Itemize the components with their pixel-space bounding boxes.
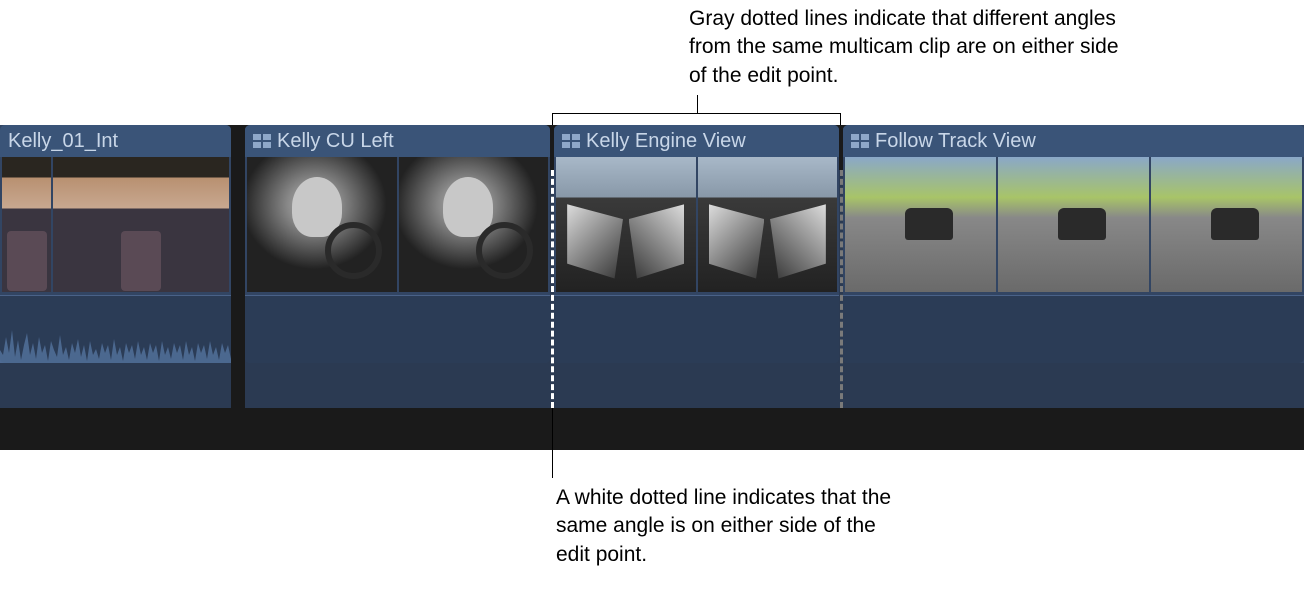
clip-title: Kelly Engine View <box>586 130 746 153</box>
callout-top-stem <box>697 95 698 113</box>
thumbnail <box>2 157 51 292</box>
clip-header: Kelly Engine View <box>554 125 839 157</box>
timeline[interactable]: Kelly_01_Int Kelly CU Left Kelly E <box>0 125 1304 450</box>
clip-follow-track-view[interactable]: Follow Track View <box>843 125 1304 363</box>
thumbnail <box>698 157 838 292</box>
callout-bracket-top <box>552 113 840 114</box>
multicam-icon <box>562 134 580 148</box>
thumbnail <box>998 157 1149 292</box>
clip-header: Kelly_01_Int <box>0 125 231 157</box>
clip-audio <box>843 295 1304 363</box>
clip-thumbnails <box>247 157 548 292</box>
thumbnail <box>247 157 397 292</box>
clip-thumbnails <box>556 157 837 292</box>
clip-audio <box>0 295 231 363</box>
clip-kelly-01-int[interactable]: Kelly_01_Int <box>0 125 231 363</box>
clip-title: Kelly CU Left <box>277 130 394 153</box>
clip-title: Kelly_01_Int <box>8 130 118 153</box>
clip-header: Follow Track View <box>843 125 1304 157</box>
thumbnail <box>556 157 696 292</box>
clip-kelly-engine-view[interactable]: Kelly Engine View <box>554 125 839 363</box>
clip-header: Kelly CU Left <box>245 125 550 157</box>
clip-gap <box>231 170 245 408</box>
thumbnail <box>845 157 996 292</box>
annotation-top: Gray dotted lines indicate that differen… <box>689 5 1129 90</box>
clip-audio <box>245 295 550 363</box>
waveform <box>0 315 231 363</box>
clip-audio <box>554 295 839 363</box>
clip-kelly-cu-left[interactable]: Kelly CU Left <box>245 125 550 363</box>
clip-title: Follow Track View <box>875 130 1036 153</box>
clip-thumbnails <box>2 157 229 292</box>
thumbnail <box>53 157 229 292</box>
multicam-icon <box>253 134 271 148</box>
thumbnail <box>1151 157 1302 292</box>
callout-bottom-stem <box>552 408 553 478</box>
annotation-bottom: A white dotted line indicates that the s… <box>556 484 896 569</box>
multicam-icon <box>851 134 869 148</box>
thumbnail <box>399 157 549 292</box>
clip-thumbnails <box>845 157 1302 292</box>
